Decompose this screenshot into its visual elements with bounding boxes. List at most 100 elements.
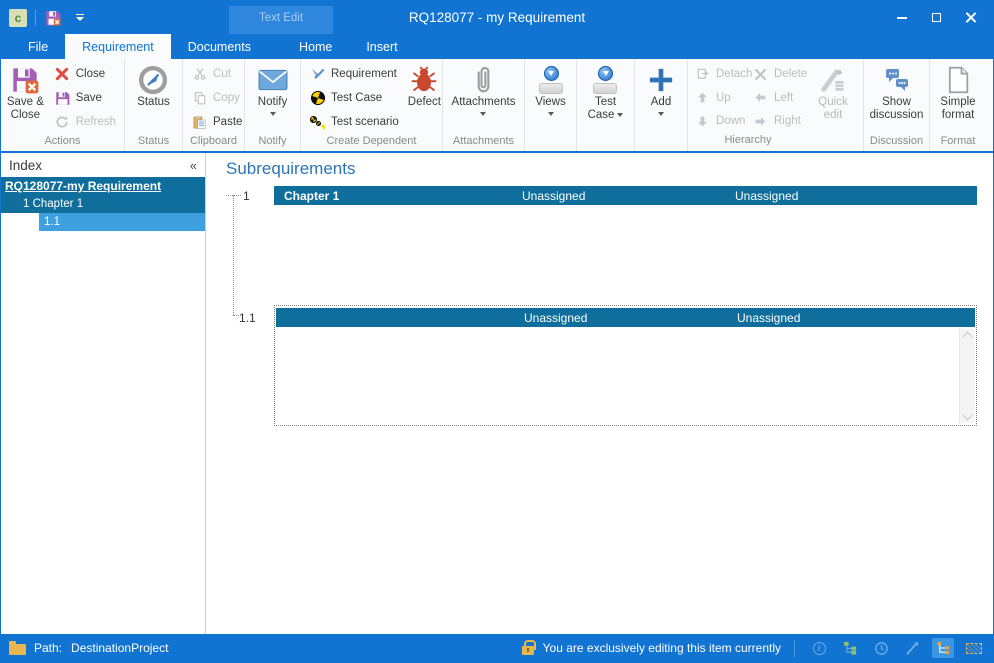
index-panel-title: Index [9,158,42,173]
history-button[interactable] [870,638,892,658]
close-window-icon [965,12,976,23]
group-label-clipboard: Clipboard [183,134,244,151]
row-number: 1.1 [226,305,274,426]
status-label: Status [137,96,170,109]
simple-format-button[interactable]: Simple format [932,62,984,134]
scroll-down-icon[interactable] [963,411,973,421]
ribbon: Save & Close Close [1,59,993,153]
copy-icon [191,90,208,107]
tab-documents[interactable]: Documents [171,34,268,59]
down-icon [694,113,711,130]
show-discussion-icon [883,64,911,96]
editor-scrollbar[interactable] [959,329,975,423]
copy-button[interactable]: Copy [187,87,246,109]
refresh-button[interactable]: Refresh [50,111,120,133]
add-dropdown-icon [658,112,664,116]
close-icon [54,66,71,83]
close-window-button[interactable] [957,7,983,29]
notify-label: Notify [258,96,287,109]
move-down-button[interactable]: Down [690,110,748,132]
status-icon [138,64,168,96]
tree-item-chapter[interactable]: 1 Chapter 1 [1,195,205,213]
pen-status-button[interactable] [901,638,923,658]
qat-save-close-icon[interactable] [44,9,62,27]
save-and-close-label: Save & Close [6,96,45,121]
cut-icon [191,66,208,83]
window-controls [889,7,993,29]
show-discussion-button[interactable]: Show discussion [866,62,927,134]
delete-icon [752,66,769,83]
tree-connector [233,315,241,316]
save-and-close-button[interactable]: Save & Close [3,62,48,134]
create-requirement-button[interactable]: Requirement [305,63,403,85]
attachments-label: Attachments [452,96,516,109]
info-button[interactable]: i [808,638,830,658]
owner-field-2[interactable]: Unassigned [737,311,975,325]
paste-button[interactable]: Paste [187,111,246,133]
tab-home[interactable]: Home [282,34,349,59]
views-button[interactable]: Views [532,62,568,134]
minimize-button[interactable] [889,7,915,29]
scroll-up-icon[interactable] [963,332,973,342]
tree-item-root[interactable]: RQ128077-my Requirement [1,177,205,195]
add-icon [647,64,675,96]
attachments-dropdown-icon [480,112,486,116]
group-label-format: Format [930,134,986,151]
cut-label: Cut [213,68,231,80]
close-button[interactable]: Close [50,63,120,85]
subrequirement-header-1[interactable]: Chapter 1 Unassigned Unassigned [274,186,977,205]
move-up-button[interactable]: Up [690,87,748,109]
ribbon-group-attachments: Attachments Attachments [443,59,525,151]
test-case-button[interactable]: Test Case [585,62,627,134]
detach-button[interactable]: Detach [690,63,748,85]
pen-status-icon [905,641,920,656]
ribbon-group-format: Simple format Format [930,59,986,151]
test-case-label-line2: Case [588,109,615,122]
views-dropdown-icon [548,112,554,116]
test-case-label-line1: Test [595,96,616,109]
create-defect-button[interactable]: Defect [405,62,444,134]
tree-view-button[interactable] [932,638,954,658]
info-icon: i [813,642,826,655]
move-right-button[interactable]: Right [748,110,808,132]
owner-field-1[interactable]: Unassigned [522,189,735,203]
test-case-button-icon [590,64,620,96]
maximize-button[interactable] [923,7,949,29]
create-test-case-button[interactable]: Test Case [305,87,403,109]
tab-requirement[interactable]: Requirement [65,34,171,59]
details-box-button[interactable] [963,638,985,658]
hierarchy-green-icon [843,641,858,655]
owner-field-2[interactable]: Unassigned [735,189,977,203]
tab-insert[interactable]: Insert [349,34,414,59]
collapse-panel-icon[interactable]: « [190,158,197,173]
paste-label: Paste [213,116,242,128]
qat-dropdown-icon[interactable] [76,14,84,21]
up-icon [694,89,711,106]
create-test-scenario-button[interactable]: Test scenario [305,111,403,133]
notify-button[interactable]: Notify [255,62,291,134]
move-left-button[interactable]: Left [748,87,808,109]
tab-file[interactable]: File [11,34,65,59]
save-button[interactable]: Save [50,87,120,109]
group-label-status: Status [125,134,182,151]
hierarchy-green-button[interactable] [839,638,861,658]
app-icon[interactable]: c [9,9,27,27]
tree-item-1-1[interactable]: 1.1 [1,213,205,231]
quick-edit-button[interactable]: Quick edit [808,62,858,134]
subrequirement-header-1-1[interactable]: Unassigned Unassigned [276,308,975,327]
subrequirement-editor[interactable] [276,327,975,424]
move-right-label: Right [774,115,801,127]
attachments-button[interactable]: Attachments [449,62,519,134]
group-label-hierarchy: Hierarchy [688,134,808,151]
notify-dropdown-icon [270,112,276,116]
attachments-icon [470,64,496,96]
subrequirement-body-1[interactable] [226,205,977,305]
owner-field-1[interactable]: Unassigned [524,311,737,325]
page-title: Subrequirements [226,159,977,179]
index-panel: Index « RQ128077-my Requirement 1 Chapte… [1,153,206,634]
add-button[interactable]: Add [644,62,678,134]
cut-button[interactable]: Cut [187,63,246,85]
group-label-attachments: Attachments [443,134,524,151]
status-button[interactable]: Status [134,62,173,134]
delete-button[interactable]: Delete [748,63,808,85]
